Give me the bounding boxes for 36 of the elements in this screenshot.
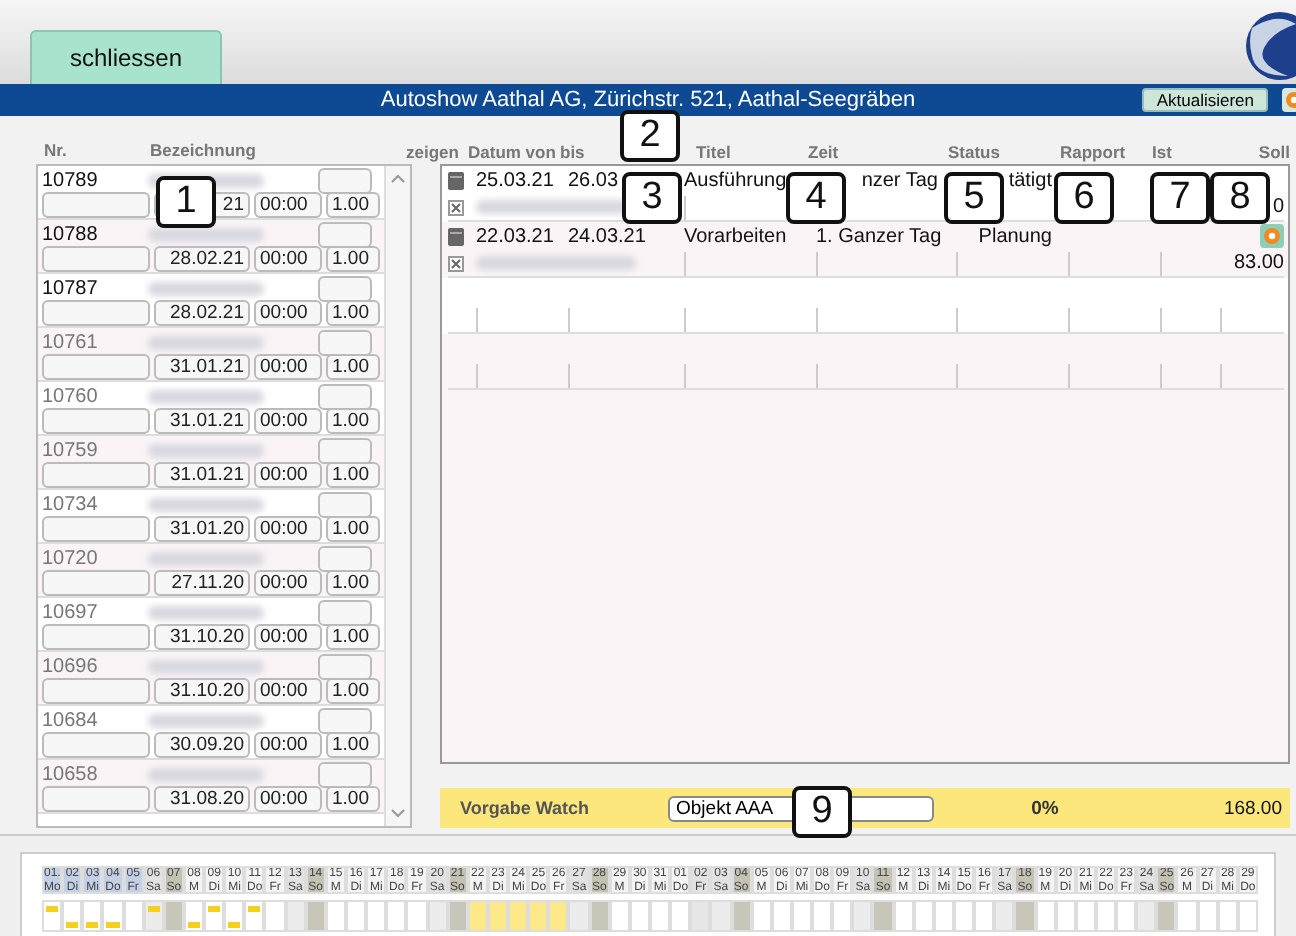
callout-tooltip: 5 — [944, 172, 1004, 224]
total-text: 168.00 — [1223, 797, 1282, 819]
callout-tooltip: 1 — [156, 176, 216, 228]
column-header: Bezeichnung — [150, 140, 256, 164]
table-cell-text: 1. Ganzer Tag — [816, 225, 944, 247]
table-cell-text: 25.03.21 — [476, 169, 556, 191]
column-header: Soll — [1256, 142, 1290, 162]
column-header: Zeit — [808, 142, 841, 162]
window-title: Autoshow Aathal AG, Zürichstr. 521, Aathal-Seegräben — [380, 88, 916, 112]
callout-tooltip: 7 — [1150, 172, 1210, 224]
table-cell-text: nzer Tag — [859, 169, 940, 191]
column-header: Rapport — [1060, 142, 1128, 162]
column-header: bis — [560, 142, 587, 162]
column-header: zeigen — [406, 142, 461, 162]
column-header: Nr. — [44, 140, 69, 164]
table-cell-text: Ausführung — [684, 169, 789, 191]
callout-tooltip: 9 — [792, 786, 852, 838]
callout-tooltip: 6 — [1054, 172, 1114, 224]
table-cell-text: tätigt — [1006, 169, 1054, 191]
column-header: Ist — [1152, 142, 1174, 162]
callout-tooltip: 2 — [620, 110, 680, 162]
callout-tooltip: 3 — [622, 172, 682, 224]
column-header: Datum von — [468, 142, 558, 162]
table-cell-text: 24.03.21 — [568, 225, 648, 247]
callout-tooltip: 4 — [786, 172, 846, 224]
callout-tooltip: 8 — [1210, 172, 1270, 224]
table-cell-text: 83.00 — [1231, 252, 1284, 274]
table-cell-text: Vorarbeiten — [684, 225, 789, 247]
percent-text: 0% — [1031, 797, 1059, 819]
table-cell-text: 26.03 — [568, 169, 621, 191]
column-header: Status — [948, 142, 1002, 162]
column-header: Titel — [694, 142, 733, 162]
table-cell-text: 22.03.21 — [476, 225, 556, 247]
table-cell-text: 0 — [1270, 196, 1284, 218]
table-cell-text: Planung — [976, 225, 1054, 247]
watch-label: Vorgabe Watch — [460, 798, 592, 818]
